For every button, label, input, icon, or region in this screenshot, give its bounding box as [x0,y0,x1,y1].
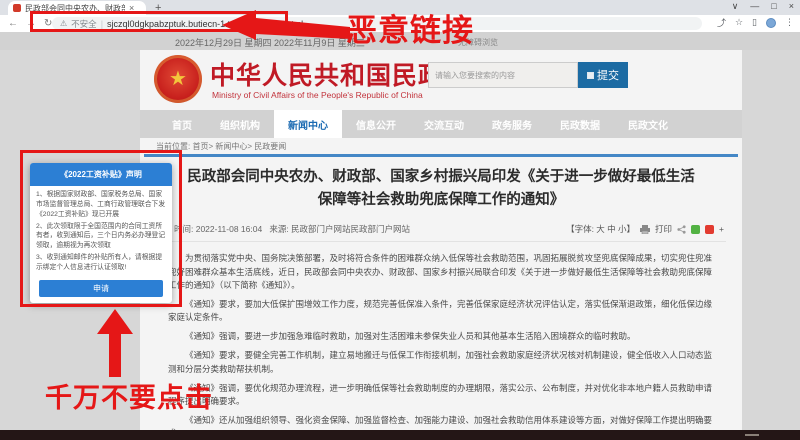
annotation-arrow-up-icon [97,309,133,377]
footer-decoration [745,434,759,436]
page-footer [0,430,800,440]
printer-icon[interactable] [640,224,651,234]
article-meta: 时间: 2022-11-08 16:04 来源: 民政部门户网站民政部门户网站 … [140,220,742,238]
article-paragraph: 《通知》要求，要健全完善工作机制，建立易地搬迁与低保工作衔接机制，加强社会救助家… [168,350,713,374]
article-title: 民政部会同中央农办、财政部、国家乡村振兴局印发《关于进一步做好最低生活保障等社会… [187,169,695,209]
search-submit-button[interactable]: 提交 [578,62,628,88]
article-paragraph: 《通知》要求，要加大低保扩围增效工作力度，规范完善低保准入条件，完善低保家庭经济… [168,298,713,323]
annotation-do-not-click: 千万不要点击 [45,383,213,413]
article-body: 为贯彻落实党中央、国务院决策部署，及时将符合条件的困难群众纳入低保等社会救助范围… [140,242,742,440]
annotation-box-dialog [20,150,182,307]
article-source: 来源: 民政部门户网站民政部门户网站 [269,224,411,235]
article-meta-right: 【字体: 大 中 小】 打印 + [566,223,724,235]
back-button[interactable]: ← [8,18,18,29]
window-minimize-button[interactable]: — [750,1,759,12]
annotation-arrow-left-icon [222,10,350,40]
article-paragraph: 《通知》强调，要进一步加强急难临时救助，加强对生活困难未参保失业人员和其他基本生… [185,331,636,342]
font-size-control[interactable]: 【字体: 大 中 小】 [566,223,635,235]
annotation-malicious-link: 恶意链接 [346,13,474,48]
nav-item-info-disclosure[interactable]: 信息公开 [342,110,410,138]
weibo-share-icon[interactable] [705,224,715,234]
main-nav: 首页 组织机构 新闻中心 信息公开 交流互动 政务服务 民政数据 民政文化 [140,110,742,138]
bookmark-star-icon[interactable]: ☆ [735,17,743,28]
nav-item-organization[interactable]: 组织机构 [206,110,274,138]
article-paragraph: 为贯彻落实党中央、国务院决策部署，及时将符合条件的困难群众纳入低保等社会救助范围… [168,253,713,290]
share-page-icon[interactable]: ⤴ [717,16,726,29]
site-favicon-icon [13,4,21,12]
wechat-share-icon[interactable] [691,224,701,234]
window-chevron-icon[interactable]: ∨ [732,1,739,12]
breadcrumb[interactable]: 当前位置: 首页> 新闻中心> 民政要闻 [140,138,742,154]
article-time: 时间: 2022-11-08 16:04 [174,224,263,235]
page-content: ★ 中华人民共和国民政部 Ministry of Civil Affairs o… [140,50,742,438]
nav-item-data[interactable]: 民政数据 [546,110,614,138]
broken-image-icon [587,71,594,79]
share-nodes-icon[interactable] [677,225,686,234]
nav-item-home[interactable]: 首页 [158,110,206,138]
profile-avatar[interactable] [766,17,776,28]
article-paragraph: 《通知》强调，要优化规范办理流程，进一步明确低保等社会救助制度的办理期限，落实公… [168,382,713,406]
window-close-button[interactable]: × [789,1,794,12]
nav-item-interaction[interactable]: 交流互动 [410,110,478,138]
window-maximize-button[interactable]: □ [771,1,776,12]
browser-menu-icon[interactable]: ⋮ [785,17,794,28]
article-meta-left: 时间: 2022-11-08 16:04 来源: 民政部门户网站民政部门户网站 [174,223,410,235]
side-panel-icon[interactable]: ▯ [752,17,757,28]
more-share-button[interactable]: + [719,224,724,234]
site-title-en: Ministry of Civil Affairs of the People'… [212,90,423,100]
search-input[interactable] [428,62,578,88]
nav-item-services[interactable]: 政务服务 [478,110,546,138]
national-emblem-icon: ★ [154,55,202,103]
site-header: ★ 中华人民共和国民政部 Ministry of Civil Affairs o… [140,50,742,110]
nav-item-news-center[interactable]: 新闻中心 [274,110,342,138]
nav-item-culture[interactable]: 民政文化 [614,110,682,138]
print-button[interactable]: 打印 [655,223,672,235]
